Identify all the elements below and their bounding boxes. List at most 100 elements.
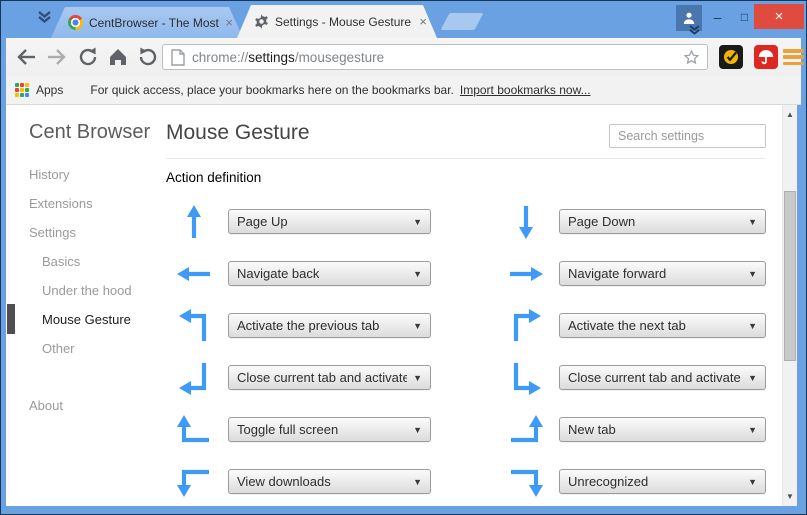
menu-button[interactable] [783, 47, 804, 67]
scrollbar-thumb[interactable] [784, 191, 796, 361]
section-title: Action definition [166, 170, 261, 185]
dropdown-label: Page Up [237, 214, 288, 229]
sidebar-item-history[interactable]: History [29, 167, 69, 182]
gesture-down-left-icon [174, 358, 214, 398]
search-settings-input[interactable] [609, 124, 766, 148]
gesture-up-icon [174, 202, 214, 242]
address-bar[interactable]: chrome://settings/mousegesture [162, 44, 708, 70]
dropdown-label: Unrecognized [568, 474, 648, 489]
gesture-row: View downloads ▼ Unrecognized ▼ [166, 462, 766, 502]
new-tab-button[interactable] [440, 13, 483, 30]
sidebar-item-basics[interactable]: Basics [42, 254, 80, 269]
gesture-left-icon [174, 254, 214, 294]
chevron-down-icon: ▼ [407, 477, 422, 487]
chevron-down-icon: ▼ [742, 321, 757, 331]
person-icon [682, 11, 696, 25]
gesture-down-icon [506, 202, 546, 242]
dropdown-label: Toggle full screen [237, 422, 338, 437]
gesture-action-dropdown[interactable]: Unrecognized ▼ [559, 469, 766, 494]
tab-close-icon[interactable]: × [225, 16, 233, 29]
minimize-button[interactable]: – [704, 5, 731, 28]
chevron-down-icon: ▼ [742, 477, 757, 487]
home-button[interactable] [106, 45, 130, 69]
gesture-right-down-icon [506, 462, 546, 502]
reload-button[interactable] [76, 45, 100, 69]
page-scrollbar[interactable]: ▲ ▼ [782, 105, 797, 506]
close-window-button[interactable]: × [754, 4, 804, 29]
sidebar-item-mouse-gesture[interactable]: Mouse Gesture [42, 312, 131, 327]
gesture-down-right-icon [506, 358, 546, 398]
dropdown-label: Close current tab and activate t [568, 370, 742, 385]
tab-list-icon[interactable] [37, 10, 52, 24]
chevron-down-icon: ▼ [742, 425, 757, 435]
dropdown-label: Page Down [568, 214, 635, 229]
chevron-down-icon: ▼ [407, 321, 422, 331]
gesture-action-dropdown[interactable]: Navigate forward ▼ [559, 261, 766, 286]
gesture-right-up-icon [506, 410, 546, 450]
tab-settings[interactable]: Settings - Mouse Gesture × [237, 5, 437, 38]
import-bookmarks-link[interactable]: Import bookmarks now... [460, 83, 591, 97]
toolbar: chrome://settings/mousegesture [6, 38, 801, 76]
url-path: /mousegesture [295, 50, 384, 65]
dropdown-label: Activate the next tab [568, 318, 686, 333]
gesture-right-icon [506, 254, 546, 294]
gesture-row: Close current tab and activate t ▼ Close… [166, 358, 766, 398]
gesture-action-dropdown[interactable]: Close current tab and activate t ▼ [559, 365, 766, 390]
menu-bar-icon [783, 55, 804, 59]
gesture-left-down-icon [174, 462, 214, 502]
gesture-action-dropdown[interactable]: Navigate back ▼ [228, 261, 431, 286]
bookmarks-hint-text: For quick access, place your bookmarks h… [90, 83, 454, 97]
tab-close-icon[interactable]: × [419, 15, 427, 28]
chevron-down-icon: ▼ [407, 217, 422, 227]
dropdown-label: Activate the previous tab [237, 318, 379, 333]
gesture-left-up-icon [174, 410, 214, 450]
sidebar-item-about[interactable]: About [29, 398, 63, 413]
titlebar: CentBrowser - The Most F × Settings - Mo… [1, 1, 806, 38]
sidebar-item-extensions[interactable]: Extensions [29, 196, 93, 211]
tab-title: Settings - Mouse Gesture [275, 15, 413, 29]
dropdown-label: View downloads [237, 474, 331, 489]
sidebar-item-under-the-hood[interactable]: Under the hood [42, 283, 132, 298]
gesture-action-dropdown[interactable]: Activate the previous tab ▼ [228, 313, 431, 338]
sidebar-item-other[interactable]: Other [42, 341, 75, 356]
gesture-up-right-icon [506, 306, 546, 346]
dropdown-label: Navigate back [237, 266, 319, 281]
scroll-up-icon[interactable]: ▲ [783, 110, 797, 119]
scroll-down-icon[interactable]: ▼ [783, 492, 797, 501]
chevron-down-icon: ▼ [742, 373, 757, 383]
tab-title: CentBrowser - The Most F [89, 16, 219, 30]
undo-closed-tab-button[interactable] [136, 45, 160, 69]
avira-extension-icon[interactable] [754, 45, 778, 69]
menu-bar-icon [783, 49, 804, 53]
gesture-up-left-icon [174, 306, 214, 346]
tab-centbrowser[interactable]: CentBrowser - The Most F × [51, 7, 243, 38]
dropdown-label: Close current tab and activate t [237, 370, 407, 385]
gesture-action-dropdown[interactable]: Page Down ▼ [559, 209, 766, 234]
apps-grid-icon [15, 83, 29, 97]
centbrowser-logo-icon [68, 15, 83, 30]
back-button[interactable] [14, 45, 38, 69]
sidebar-item-settings[interactable]: Settings [29, 225, 76, 240]
gesture-action-dropdown[interactable]: Activate the next tab ▼ [559, 313, 766, 338]
norton-extension-icon[interactable] [719, 45, 743, 69]
tab-overflow-icon[interactable] [688, 25, 701, 35]
dropdown-label: New tab [568, 422, 616, 437]
gesture-action-dropdown[interactable]: Page Up ▼ [228, 209, 431, 234]
browser-window: CentBrowser - The Most F × Settings - Mo… [0, 0, 807, 515]
gesture-row: Page Up ▼ Page Down ▼ [166, 202, 766, 242]
url-host: settings [248, 50, 295, 65]
apps-shortcut[interactable]: Apps [15, 83, 63, 97]
chevron-down-icon: ▼ [407, 425, 422, 435]
bookmark-star-icon[interactable] [682, 48, 701, 67]
chevron-down-icon: ▼ [407, 373, 422, 383]
apps-label: Apps [36, 83, 63, 97]
gesture-action-dropdown[interactable]: New tab ▼ [559, 417, 766, 442]
gesture-action-dropdown[interactable]: View downloads ▼ [228, 469, 431, 494]
gesture-action-dropdown[interactable]: Toggle full screen ▼ [228, 417, 431, 442]
forward-button[interactable] [45, 45, 69, 69]
menu-bar-icon [783, 62, 804, 66]
gesture-row: Toggle full screen ▼ New tab ▼ [166, 410, 766, 450]
gesture-action-dropdown[interactable]: Close current tab and activate t ▼ [228, 365, 431, 390]
brand-title: Cent Browser [29, 121, 150, 144]
bookmarks-bar: Apps For quick access, place your bookma… [6, 76, 801, 105]
